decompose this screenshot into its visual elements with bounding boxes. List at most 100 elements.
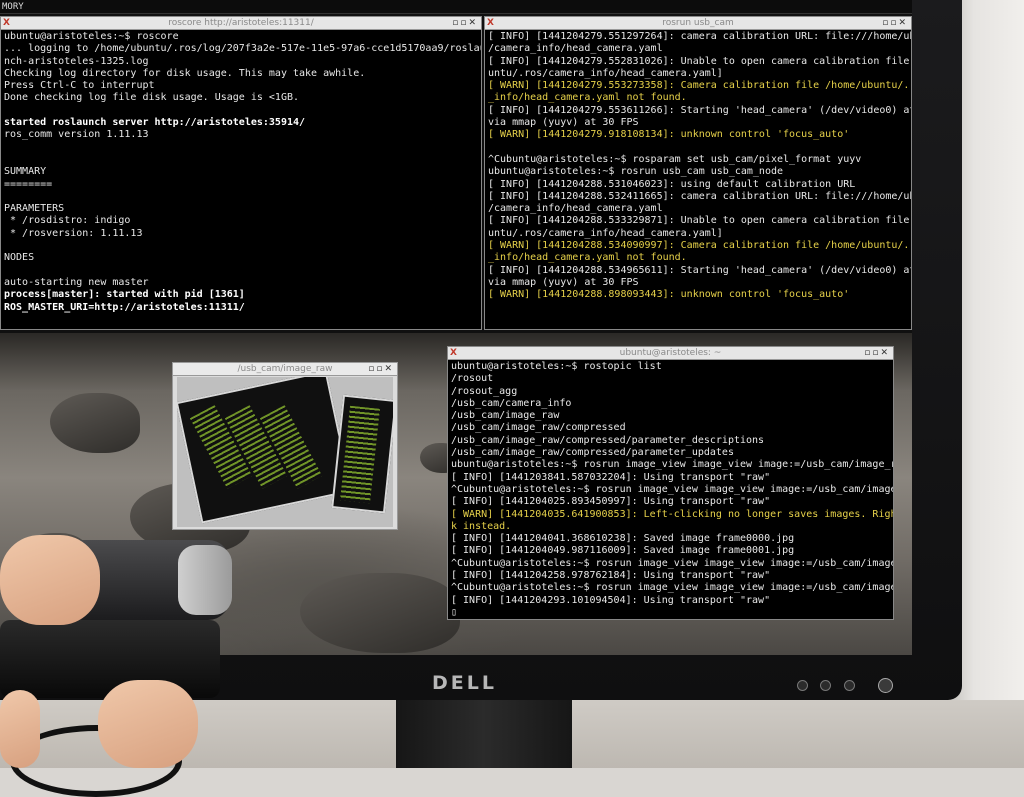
terminal-line: ROS_MASTER_URI=http://aristoteles:11311/ [4,301,245,313]
terminal-line: ... logging to /home/ubuntu/.ros/log/207… [4,43,482,55]
terminal-app-icon: X [450,348,457,358]
usb-cam-window-title: rosrun usb_cam [662,18,734,28]
terminal-line: started roslaunch server http://aristote… [4,117,306,129]
terminal-line: /camera_info/head_camera.yaml [488,43,663,55]
usb-cam-terminal-window[interactable]: X rosrun usb_cam ▫▫✕ [ INFO] [1441204279… [484,16,912,330]
monitor-button[interactable] [820,680,831,691]
terminal-line: PARAMETERS [4,203,65,215]
terminal-line: nch-aristoteles-1325.log [4,55,149,67]
terminal-line: ^Cubuntu@aristoteles:~$ rosrun image_vie… [451,483,894,495]
terminal-line: untu/.ros/camera_info/head_camera.yaml] [488,227,723,239]
window-controls[interactable]: ▫▫✕ [864,347,890,359]
terminal-line: [ WARN] [1441204279.918108134]: unknown … [488,129,850,141]
rostopic-terminal-output[interactable]: ubuntu@aristoteles:~$ rostopic list/roso… [448,360,894,619]
terminal-line: [ WARN] [1441204288.898093443]: unknown … [488,289,850,301]
photo-scene: MORY X roscore http://aristoteles:11311/… [0,0,1024,797]
rostopic-titlebar[interactable]: X ubuntu@aristoteles: ~ ▫▫✕ [448,347,893,360]
terminal-line: ubuntu@aristoteles:~$ roscore [4,31,179,42]
rostopic-terminal-window[interactable]: X ubuntu@aristoteles: ~ ▫▫✕ ubuntu@arist… [447,346,894,620]
monitor-stand [396,700,572,768]
boulder [300,573,460,653]
terminal-line: ros_comm version 1.11.13 [4,129,149,141]
top-panel: MORY [0,0,912,14]
window-controls[interactable]: ▫▫✕ [882,17,908,29]
terminal-line: [ INFO] [1441204279.553611266]: Starting… [488,104,912,116]
window-controls[interactable]: ▫▫✕ [368,363,394,375]
hand-thumb [98,680,198,768]
terminal-line: auto-starting new master [4,276,149,288]
terminal-line: [ WARN] [1441204288.534090997]: Camera c… [488,240,912,252]
hand-finger [0,535,100,625]
image-view-window[interactable]: /usb_cam/image_raw ▫▫✕ [172,362,398,530]
terminal-line: _info/head_camera.yaml not found. [488,92,687,104]
terminal-line: [ INFO] [1441204279.552831026]: Unable t… [488,55,912,67]
camera-image-feed[interactable] [177,377,393,527]
usb-cam-terminal-output[interactable]: [ INFO] [1441204279.551297264]: camera c… [485,30,911,303]
top-panel-text: MORY [2,2,24,12]
boulder [50,393,140,453]
roscore-terminal-output[interactable]: ubuntu@aristoteles:~$ roscore... logging… [1,30,481,315]
monitor-button[interactable] [797,680,808,691]
terminal-line: Checking log directory for disk usage. T… [4,67,366,79]
terminal-line: ^Cubuntu@aristoteles:~$ rosrun image_vie… [451,582,894,594]
terminal-line: [ INFO] [1441204041.368610238]: Saved im… [451,533,795,545]
terminal-line: [ WARN] [1441204279.553273358]: Camera c… [488,80,912,92]
terminal-line: ubuntu@aristoteles:~$ rosrun image_view … [451,459,894,471]
terminal-line: SUMMARY [4,166,47,178]
image-view-titlebar[interactable]: /usb_cam/image_raw ▫▫✕ [173,363,397,376]
terminal-line: [ INFO] [1441204293.101094504]: Using tr… [451,594,771,606]
terminal-line: ▯ [451,606,458,618]
terminal-line: NODES [4,252,35,264]
terminal-line: _info/head_camera.yaml not found. [488,252,687,264]
terminal-line: Press Ctrl-C to interrupt [4,80,155,92]
terminal-line: ubuntu@aristoteles:~$ rostopic list [451,361,662,372]
monitor-power-button[interactable] [878,678,893,693]
terminal-line: /rosout [451,373,494,385]
terminal-line: Done checking log file disk usage. Usage… [4,92,300,104]
terminal-line: /camera_info/head_camera.yaml [488,203,663,215]
terminal-line: [ INFO] [1441204288.534965611]: Starting… [488,264,912,276]
terminal-line: ^Cubuntu@aristoteles:~$ rosparam set usb… [488,153,862,165]
roscore-terminal-window[interactable]: X roscore http://aristoteles:11311/ ▫▫✕ … [0,16,482,330]
terminal-line: [ INFO] [1441204288.533329871]: Unable t… [488,215,912,227]
monitor-button[interactable] [844,680,855,691]
usb-cam-titlebar[interactable]: X rosrun usb_cam ▫▫✕ [485,17,911,30]
terminal-line: untu/.ros/camera_info/head_camera.yaml] [488,67,723,79]
rostopic-window-title: ubuntu@aristoteles: ~ [619,348,722,358]
webcam-clip [0,620,220,698]
terminal-line: k instead. [451,520,512,532]
terminal-line: [ INFO] [1441204279.551297264]: camera c… [488,31,912,42]
hand-palm [0,690,40,768]
terminal-line: [ INFO] [1441203841.587032204]: Using tr… [451,471,771,483]
terminal-line: /usb_cam/image_raw [451,410,560,422]
terminal-app-icon: X [487,18,494,28]
terminal-line: ubuntu@aristoteles:~$ rosrun usb_cam usb… [488,166,784,178]
terminal-line: [ INFO] [1441204258.978762184]: Using tr… [451,570,771,582]
terminal-line: ^Cubuntu@aristoteles:~$ rosrun image_vie… [451,557,894,569]
terminal-line: /usb_cam/image_raw/compressed/parameter_… [451,447,734,459]
terminal-line: via mmap (yuyv) at 30 FPS [488,276,639,288]
monitor-brand-logo: DELL [432,672,497,694]
roscore-titlebar[interactable]: X roscore http://aristoteles:11311/ ▫▫✕ [1,17,481,30]
terminal-line: [ INFO] [1441204288.532411665]: camera c… [488,190,912,202]
terminal-line: [ INFO] [1441204025.893450997]: Using tr… [451,496,771,508]
roscore-window-title: roscore http://aristoteles:11311/ [168,18,314,28]
terminal-line: /usb_cam/image_raw/compressed/parameter_… [451,434,765,446]
terminal-line: /rosout_agg [451,385,518,397]
window-controls[interactable]: ▫▫✕ [452,17,478,29]
image-view-window-title: /usb_cam/image_raw [237,364,333,374]
terminal-line: /usb_cam/image_raw/compressed [451,422,626,434]
terminal-line: process[master]: started with pid [1361] [4,289,245,301]
terminal-app-icon: X [3,18,10,28]
terminal-line: via mmap (yuyv) at 30 FPS [488,117,639,129]
terminal-line: [ INFO] [1441204049.987116009]: Saved im… [451,545,795,557]
terminal-line: * /rosdistro: indigo [4,215,131,227]
terminal-line: /usb_cam/camera_info [451,397,572,409]
